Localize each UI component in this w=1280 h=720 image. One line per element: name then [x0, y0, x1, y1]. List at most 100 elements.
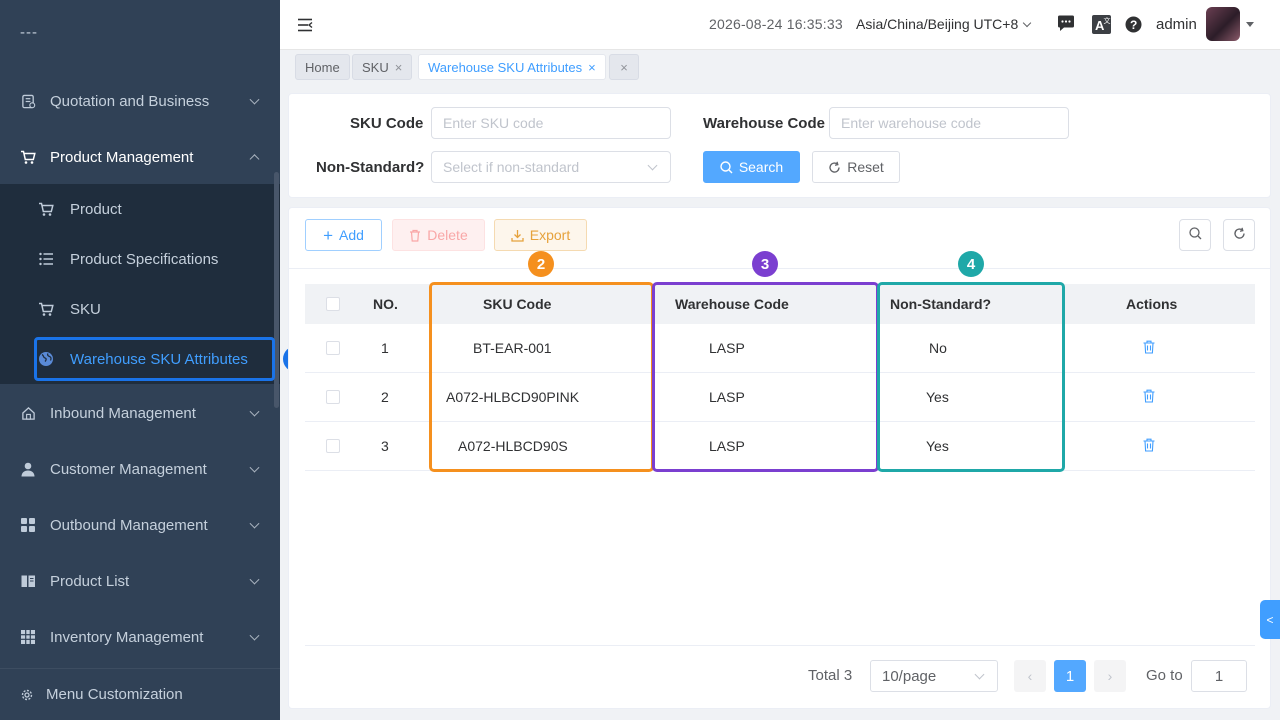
refresh-button[interactable] [1223, 219, 1255, 251]
document-icon [20, 93, 36, 109]
sidebar-item-label: Inbound Management [50, 404, 196, 422]
cart-icon [38, 201, 54, 217]
toggle-search-button[interactable] [1179, 219, 1211, 251]
chevron-down-icon [249, 406, 260, 417]
chevron-down-icon [249, 630, 260, 641]
sidebar-item-quotation[interactable]: Quotation and Business [0, 73, 280, 129]
page-size-label: 10/page [882, 667, 937, 685]
sidebar-item-product[interactable]: Product [0, 184, 280, 234]
close-icon: × [620, 59, 628, 75]
user-icon [20, 461, 36, 477]
sidebar-item-inventory[interactable]: Inventory Management [0, 609, 280, 665]
tag-close-all[interactable]: × [609, 54, 639, 80]
page-number-button[interactable]: 1 [1054, 660, 1086, 692]
sidebar-item-partial[interactable]: --- [0, 18, 280, 74]
trash-icon [409, 229, 421, 242]
row-checkbox[interactable] [326, 390, 340, 404]
sidebar-item-product-list[interactable]: Product List [0, 553, 280, 609]
delete-button[interactable]: Delete [392, 219, 485, 251]
sidebar-item-outbound[interactable]: Outbound Management [0, 497, 280, 553]
refresh-icon [1233, 227, 1246, 243]
next-page-button[interactable]: › [1094, 660, 1126, 692]
tag-sku[interactable]: SKU × [352, 54, 413, 80]
close-icon[interactable]: × [395, 60, 403, 75]
warehouse-code-placeholder: Enter warehouse code [841, 115, 982, 131]
non-standard-select[interactable]: Select if non-standard [431, 151, 671, 183]
select-all-checkbox[interactable] [326, 297, 340, 311]
prev-page-button[interactable]: ‹ [1014, 660, 1046, 692]
sidebar-item-inbound[interactable]: Inbound Management [0, 385, 280, 441]
help-icon[interactable]: ? [1125, 16, 1142, 36]
tags-view: Home SKU × Warehouse SKU Attributes × × [280, 50, 1280, 84]
delete-row-icon[interactable] [1143, 340, 1155, 357]
caret-down-icon[interactable] [1246, 22, 1254, 27]
cell-no: 1 [381, 340, 389, 356]
timezone-select[interactable]: Asia/China/Beijing UTC+8 [856, 16, 1032, 32]
tag-warehouse-sku-attributes[interactable]: Warehouse SKU Attributes × [418, 54, 606, 80]
username-label[interactable]: admin [1156, 16, 1197, 33]
search-button[interactable]: Search [703, 151, 800, 183]
sidebar-item-customer[interactable]: Customer Management [0, 441, 280, 497]
chevron-left-icon: ‹ [1027, 668, 1033, 684]
row-checkbox[interactable] [326, 341, 340, 355]
table-icon [20, 629, 36, 645]
non-standard-label: Non-Standard? [316, 159, 425, 176]
book-icon [20, 573, 36, 589]
sidebar-item-sku[interactable]: SKU [0, 284, 280, 334]
reset-button-label: Reset [847, 159, 884, 175]
reset-button[interactable]: Reset [812, 151, 900, 183]
page-size-select[interactable]: 10/page [870, 660, 998, 692]
sidebar-item-product-specifications[interactable]: Product Specifications [0, 234, 280, 284]
annotation-box-1 [34, 337, 275, 381]
sku-code-input[interactable]: Enter SKU code [431, 107, 671, 139]
grid-icon [20, 517, 36, 533]
svg-text:?: ? [1130, 18, 1137, 32]
chevron-down-icon [249, 574, 260, 585]
sidebar-item-product-management[interactable]: Product Management [0, 129, 280, 185]
goto-label: Go to [1146, 667, 1183, 684]
menu-customization-label: Menu Customization [46, 686, 183, 703]
delete-button-label: Delete [427, 227, 468, 243]
sidebar-item-partial-label: --- [20, 23, 38, 41]
sidebar-item-label: Product [70, 200, 122, 218]
datetime-display: 2026-08-24 16:35:33 [709, 16, 843, 32]
cell-no: 3 [381, 438, 389, 454]
tag-label: SKU [362, 59, 389, 75]
sidebar-item-label: Product Management [50, 148, 194, 166]
goto-page-input[interactable]: 1 [1191, 660, 1247, 692]
sidebar-item-label: Outbound Management [50, 516, 208, 534]
add-button[interactable]: + Add [305, 219, 382, 251]
avatar[interactable] [1206, 7, 1240, 41]
sku-code-placeholder: Enter SKU code [443, 115, 544, 131]
timezone-label: Asia/China/Beijing UTC+8 [856, 16, 1019, 32]
menu-customization[interactable]: Menu Customization [0, 668, 280, 720]
tag-home[interactable]: Home [295, 54, 350, 80]
delete-row-icon[interactable] [1143, 389, 1155, 406]
delete-row-icon[interactable] [1143, 438, 1155, 455]
close-icon[interactable]: × [588, 60, 596, 75]
menu-toggle-icon[interactable] [297, 17, 313, 36]
sidebar-item-label: Inventory Management [50, 628, 204, 646]
annotation-box-4 [877, 282, 1065, 472]
cart-icon [20, 149, 36, 165]
chevron-down-icon [249, 518, 260, 529]
svg-text:文: 文 [1104, 16, 1111, 25]
annotation-badge-2: 2 [528, 251, 554, 277]
export-button-label: Export [529, 227, 571, 243]
refresh-icon [828, 161, 841, 174]
chevron-down-icon [974, 669, 985, 680]
search-icon [720, 160, 733, 174]
chevron-right-icon: › [1107, 668, 1113, 684]
export-button[interactable]: Export [494, 219, 587, 251]
float-panel-toggle[interactable]: < [1260, 600, 1280, 639]
warehouse-code-input[interactable]: Enter warehouse code [829, 107, 1069, 139]
column-header-actions: Actions [1126, 296, 1178, 312]
non-standard-placeholder: Select if non-standard [443, 159, 580, 175]
annotation-badge-4: 4 [958, 251, 984, 277]
translate-icon[interactable]: A文 [1092, 15, 1111, 37]
annotation-badge-3: 3 [752, 251, 778, 277]
chat-icon[interactable] [1057, 15, 1075, 35]
cart-icon [38, 301, 54, 317]
row-checkbox[interactable] [326, 439, 340, 453]
home-icon [20, 405, 36, 421]
